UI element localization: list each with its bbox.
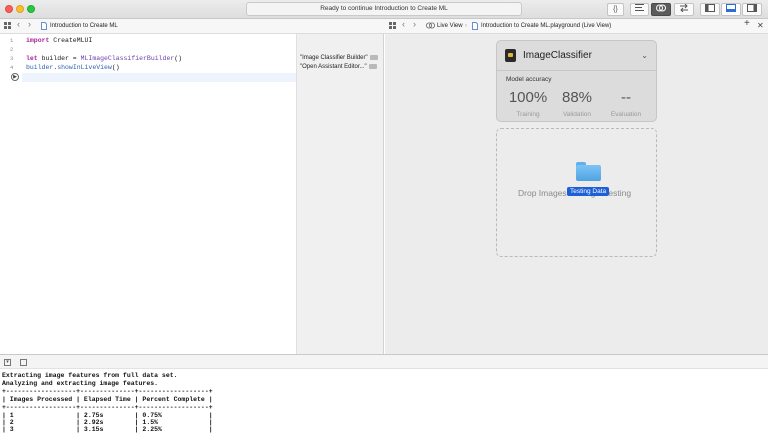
forward-arrow-icon[interactable]: › bbox=[413, 20, 416, 29]
activity-status: Ready to continue Introduction to Create… bbox=[246, 2, 522, 16]
classifier-header[interactable]: ImageClassifier ⌄ bbox=[497, 41, 656, 71]
standard-editor-button[interactable] bbox=[630, 3, 649, 16]
console-line: +------------------+--------------+-----… bbox=[2, 388, 213, 395]
debug-bar: ▾ bbox=[0, 354, 768, 369]
window-titlebar: Ready to continue Introduction to Create… bbox=[0, 0, 768, 19]
console-line: +------------------+--------------+-----… bbox=[2, 404, 213, 411]
zoom-window-button[interactable] bbox=[27, 5, 35, 13]
line-number: 2 bbox=[10, 46, 14, 53]
right-panel-icon bbox=[747, 4, 757, 12]
version-editor-button[interactable] bbox=[674, 3, 694, 16]
folder-icon[interactable] bbox=[576, 162, 601, 181]
model-accuracy-label: Model accuracy bbox=[506, 76, 552, 83]
code-line-3: let builder = MLImageClassifierBuilder() bbox=[26, 55, 183, 62]
metric-value: 88% bbox=[561, 89, 593, 106]
metric-label: Evaluation bbox=[610, 111, 642, 118]
image-classifier-card: ImageClassifier ⌄ Model accuracy 100% Tr… bbox=[496, 40, 657, 122]
metric-validation: 88% Validation bbox=[552, 89, 602, 118]
metric-training: 100% Training bbox=[503, 89, 553, 118]
breadcrumb-live-view[interactable]: Live View bbox=[437, 22, 463, 31]
forward-arrow-icon[interactable]: › bbox=[28, 20, 31, 29]
results-sidebar: "Image Classifier Builder" "Open Assista… bbox=[296, 34, 384, 354]
quick-look-icon[interactable] bbox=[368, 64, 377, 69]
breadcrumb-live-file[interactable]: Introduction to Create ML.playground (Li… bbox=[481, 22, 611, 31]
console-output: Extracting image features from full data… bbox=[0, 369, 768, 433]
close-editor-icon[interactable]: ✕ bbox=[757, 21, 764, 30]
toggle-inspector-button[interactable] bbox=[742, 3, 762, 16]
assistant-editor-button[interactable] bbox=[651, 3, 671, 16]
playground-file-icon bbox=[472, 22, 478, 34]
braces-button[interactable]: {} bbox=[607, 3, 624, 16]
add-editor-button[interactable]: + bbox=[744, 19, 750, 29]
live-view-pane: ImageClassifier ⌄ Model accuracy 100% Tr… bbox=[385, 34, 768, 354]
classifier-title: ImageClassifier bbox=[523, 50, 592, 61]
editor-breadcrumb[interactable]: Introduction to Create ML bbox=[50, 22, 118, 31]
testing-drop-zone[interactable]: Drop Images To Begin Testing Testing Dat… bbox=[496, 128, 657, 257]
playground-file-icon bbox=[41, 22, 47, 34]
arrows-icon bbox=[680, 3, 688, 13]
console-line: Analyzing and extracting image features. bbox=[2, 380, 159, 387]
hide-debug-area-icon[interactable]: ▾ bbox=[4, 359, 11, 366]
dragged-folder-label[interactable]: Testing Data bbox=[567, 187, 610, 196]
source-editor[interactable]: 1 2 3 4 ▶ import CreateMLUI let builder … bbox=[0, 34, 296, 354]
metric-label: Validation bbox=[562, 111, 592, 118]
breadcrumb-separator-icon: › bbox=[465, 23, 467, 29]
console-line: Extracting image features from full data… bbox=[2, 372, 178, 379]
code-line-4: builder.showInLiveView() bbox=[26, 64, 120, 71]
line-number: 1 bbox=[10, 37, 14, 44]
left-panel-icon bbox=[705, 4, 715, 12]
rings-icon bbox=[426, 22, 435, 33]
metric-value: -- bbox=[621, 89, 631, 106]
code-line-1: import CreateMLUI bbox=[26, 37, 93, 44]
chevron-down-icon[interactable]: ⌄ bbox=[641, 51, 648, 60]
back-arrow-icon[interactable]: ‹ bbox=[402, 20, 405, 29]
line-number: 3 bbox=[10, 55, 14, 62]
current-line-highlight bbox=[22, 73, 296, 82]
run-playground-button[interactable]: ▶ bbox=[11, 73, 19, 81]
result-item: "Open Assistant Editor..." bbox=[300, 64, 377, 70]
related-items-icon[interactable] bbox=[389, 22, 396, 33]
rings-icon bbox=[656, 4, 666, 12]
quick-look-icon[interactable] bbox=[369, 55, 378, 60]
result-item: "Image Classifier Builder" bbox=[300, 55, 378, 61]
metric-value: 100% bbox=[508, 89, 548, 106]
live-view-jump-bar: ‹ › Live View › Introduction to Create M… bbox=[385, 19, 768, 34]
related-items-icon[interactable] bbox=[4, 22, 11, 33]
console-line: | Images Processed | Elapsed Time | Perc… bbox=[2, 396, 213, 403]
bottom-panel-icon bbox=[726, 4, 736, 12]
line-gutter: 1 2 3 4 bbox=[0, 34, 22, 354]
line-number: 4 bbox=[10, 64, 14, 71]
close-window-button[interactable] bbox=[5, 5, 13, 13]
editor-jump-bar: ‹ › Introduction to Create ML bbox=[0, 19, 385, 34]
lines-icon bbox=[635, 4, 644, 11]
toggle-debug-area-button[interactable] bbox=[721, 3, 741, 16]
toggle-navigator-button[interactable] bbox=[700, 3, 720, 16]
minimize-window-button[interactable] bbox=[16, 5, 24, 13]
console-toggle-icon[interactable] bbox=[20, 359, 27, 366]
metric-evaluation: -- Evaluation bbox=[601, 89, 651, 118]
console-line: | 3 | 3.15s | 2.25% | bbox=[2, 426, 213, 433]
back-arrow-icon[interactable]: ‹ bbox=[17, 20, 20, 29]
model-icon bbox=[505, 49, 516, 62]
metric-label: Training bbox=[516, 111, 540, 118]
